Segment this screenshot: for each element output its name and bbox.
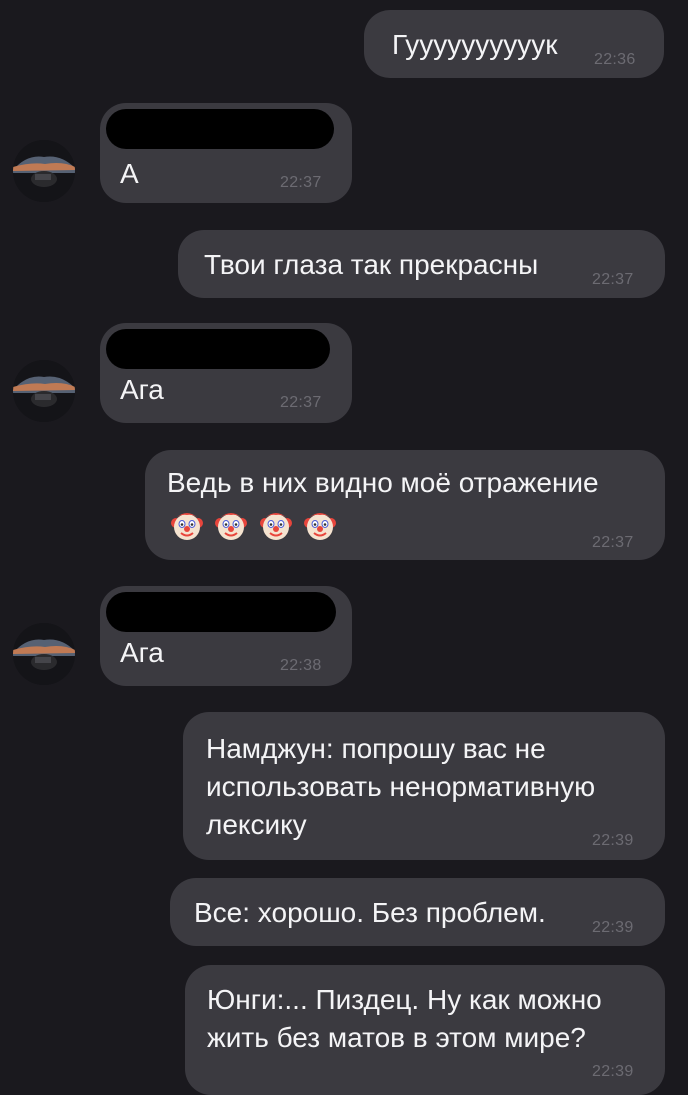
message-time: 22:38 [280,657,322,674]
redacted-sender-name [106,592,336,632]
message-text-line: жить без матов в этом мире? [207,1022,586,1053]
message-bubble-outgoing[interactable]: Гуууууууууук 22:36 [364,10,664,78]
message-time: 22:39 [592,919,634,936]
message-text: Гуууууууууук [392,29,558,60]
message-time: 22:36 [594,51,636,68]
message-bubble-outgoing[interactable]: Все: хорошо. Без проблем. 22:39 [170,878,665,946]
message-text: Твои глаза так прекрасны [204,249,539,280]
clown-face-icon [215,510,248,542]
emoji-row [171,510,344,542]
message-bubble-outgoing[interactable]: Намджун: попрошу вас не использовать нен… [183,712,665,860]
message-time: 22:39 [592,832,634,849]
message-text-line: Намджун: попрошу вас не [206,733,546,764]
message-text: Ага [120,374,164,405]
redacted-sender-name [106,109,334,149]
message-text: Ведь в них видно моё отражение [167,467,599,498]
message-text-line: Юнги:... Пиздец. Ну как можно [207,984,602,1015]
message-bubble-incoming[interactable]: А 22:37 [100,103,352,203]
contact-avatar[interactable] [13,360,75,422]
redacted-sender-name [106,329,330,369]
message-time: 22:37 [592,271,634,288]
message-text: Все: хорошо. Без проблем. [194,897,546,928]
contact-avatar[interactable] [13,623,75,685]
clown-face-icon [304,510,337,542]
message-text-line: лексику [206,809,307,840]
message-bubble-incoming[interactable]: Ага 22:38 [100,586,352,686]
message-time: 22:37 [280,174,322,191]
message-bubble-outgoing[interactable]: Ведь в них видно моё отражение 22:37 [145,450,665,560]
message-text: А [120,158,139,189]
message-bubble-outgoing[interactable]: Твои глаза так прекрасны 22:37 [178,230,665,298]
clown-face-icon [171,510,203,542]
message-time: 22:39 [592,1063,634,1080]
contact-avatar[interactable] [13,140,75,202]
message-time: 22:37 [280,394,322,411]
message-bubble-outgoing[interactable]: Юнги:... Пиздец. Ну как можно жить без м… [185,965,665,1095]
message-text-line: использовать ненормативную [206,771,596,802]
message-time: 22:37 [592,534,634,551]
clown-face-icon [259,510,292,542]
message-text: Ага [120,637,164,668]
message-bubble-incoming[interactable]: Ага 22:37 [100,323,352,423]
